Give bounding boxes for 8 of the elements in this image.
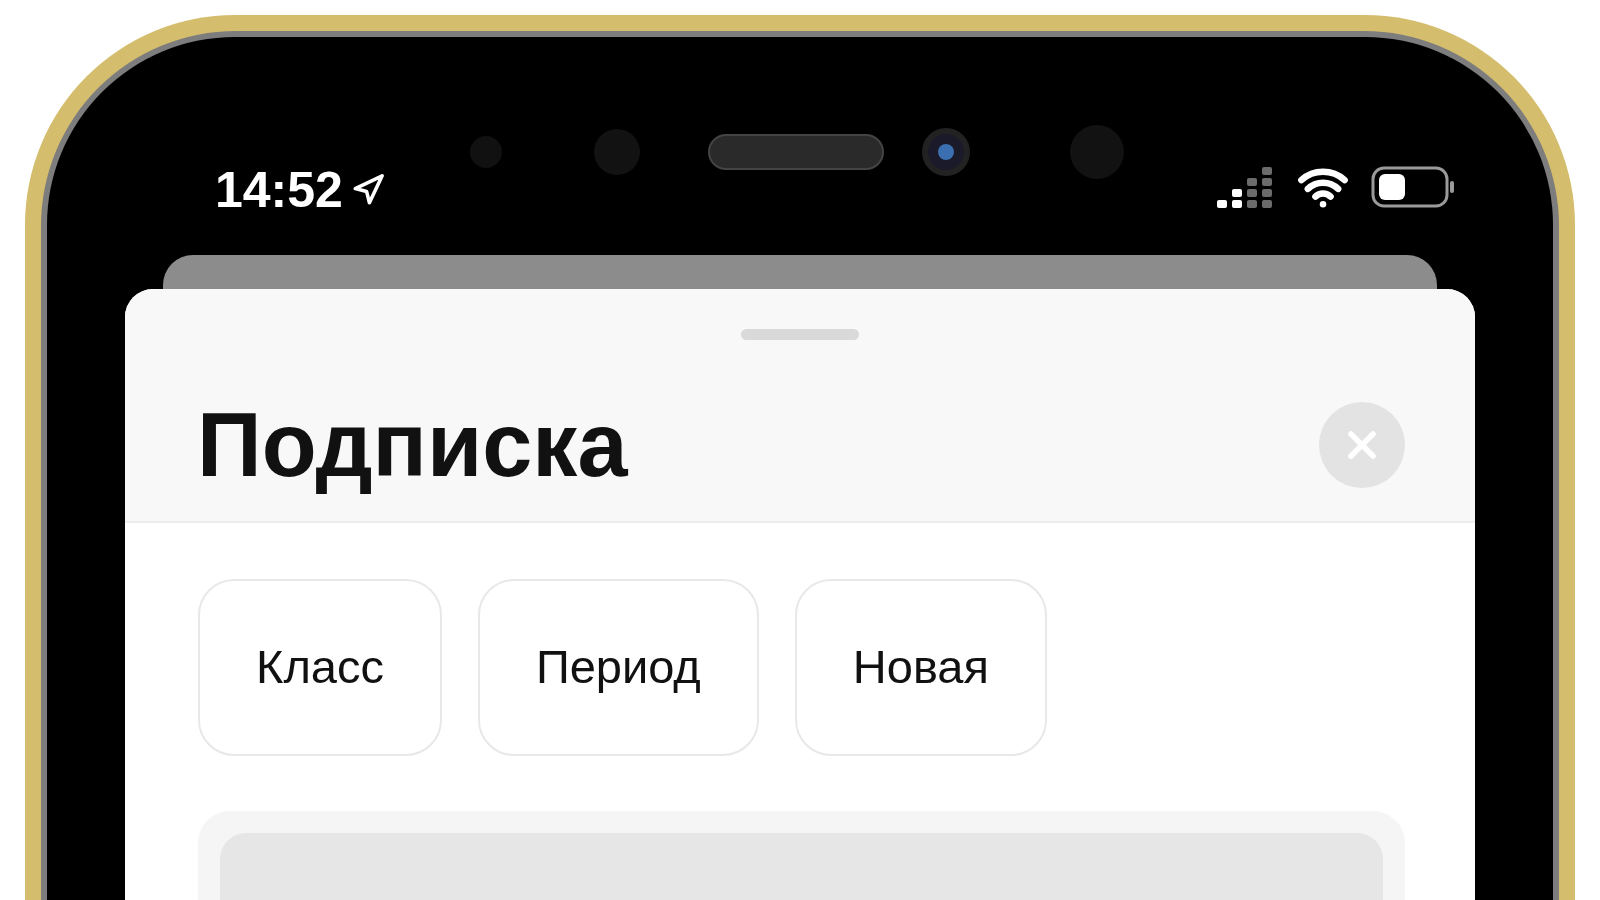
drag-handle[interactable] — [741, 329, 859, 340]
camera-icon — [922, 128, 970, 176]
battery-icon — [1371, 166, 1455, 208]
filter-chip[interactable]: Класс — [198, 579, 442, 756]
signal-icon — [1217, 166, 1275, 208]
filter-chip[interactable]: Новая — [794, 579, 1047, 756]
filter-chip[interactable]: Период — [477, 579, 759, 756]
status-time: 14:52 — [215, 165, 343, 215]
